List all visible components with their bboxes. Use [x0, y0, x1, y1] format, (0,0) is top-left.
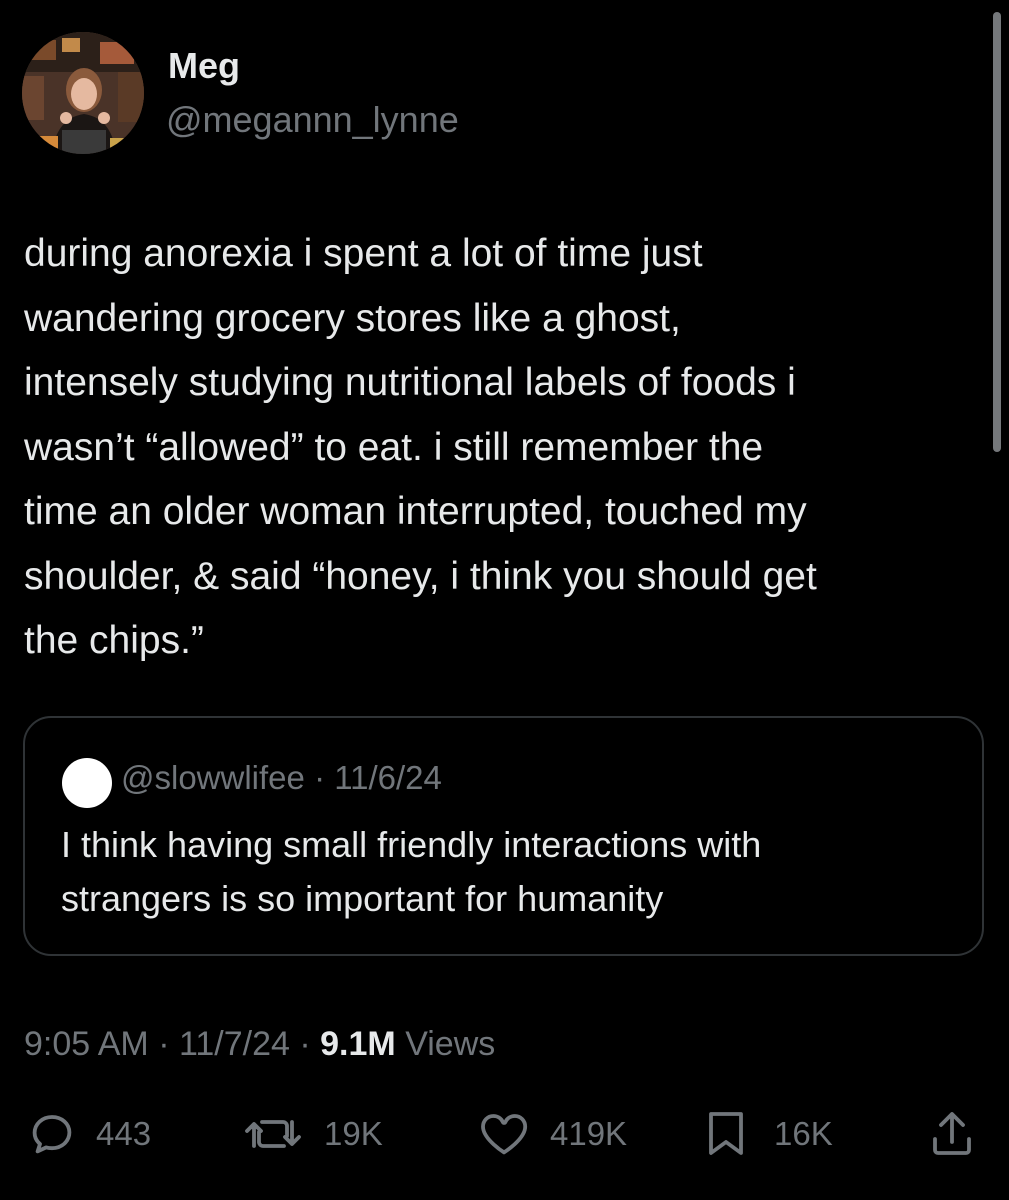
- retweet-count: 19K: [324, 1115, 383, 1152]
- quoted-tweet-header: @slowwlifee · 11/6/24: [121, 758, 442, 798]
- tweet-text-line: intensely studying nutritional labels of…: [24, 361, 796, 404]
- bookmark-count: 16K: [774, 1115, 833, 1152]
- quoted-tweet-date: 11/6/24: [334, 759, 442, 796]
- author-name[interactable]: Meg: [168, 44, 240, 87]
- author-handle[interactable]: @megannn_lynne: [166, 98, 459, 141]
- quoted-tweet-text-line: strangers is so important for humanity: [61, 878, 664, 919]
- share-icon: [933, 1112, 971, 1155]
- tweet-text-line: wandering grocery stores like a ghost,: [24, 296, 681, 340]
- action-bar: 443 19K 419K 16K: [0, 1106, 1009, 1166]
- share-button[interactable]: [928, 1106, 976, 1162]
- quoted-tweet-card[interactable]: @slowwlifee · 11/6/24 I think having sma…: [23, 716, 984, 956]
- tweet-text-line: during anorexia i spent a lot of time ju…: [24, 232, 703, 275]
- quoted-tweet-text-line: I think having small friendly interactio…: [61, 824, 762, 865]
- bookmark-icon: [709, 1112, 743, 1155]
- tweet-date[interactable]: 11/7/24: [179, 1025, 290, 1063]
- reply-button[interactable]: 443: [28, 1106, 151, 1162]
- profile-photo-icon: [22, 32, 144, 154]
- views-count: 9.1M: [320, 1025, 396, 1063]
- heart-icon: [481, 1114, 528, 1155]
- retweet-icon: [245, 1120, 301, 1148]
- author-avatar[interactable]: [22, 32, 144, 154]
- tweet-text-line: wasn’t “allowed” to eat. i still remembe…: [24, 425, 764, 469]
- like-button[interactable]: 419K: [478, 1106, 627, 1162]
- tweet-meta: 9:05 AM · 11/7/24 · 9.1M Views: [24, 1024, 495, 1065]
- bookmark-button[interactable]: 16K: [704, 1106, 833, 1162]
- quoted-tweet-separator: ·: [314, 759, 326, 796]
- like-count: 419K: [550, 1115, 628, 1152]
- reply-icon: [32, 1115, 72, 1154]
- tweet-text: during anorexia i spent a lot of time ju…: [24, 222, 989, 674]
- tweet-text-line: the chips.”: [24, 619, 204, 662]
- quoted-tweet-avatar: [62, 758, 112, 808]
- reply-count: 443: [96, 1115, 152, 1152]
- views-label: Views: [405, 1025, 496, 1063]
- meta-separator: ·: [158, 1025, 170, 1063]
- scrollbar[interactable]: [993, 12, 1001, 452]
- quoted-tweet-handle: @slowwlifee: [121, 759, 305, 796]
- tweet-text-line: shoulder, & said “honey, i think you sho…: [24, 554, 817, 598]
- meta-separator: ·: [299, 1025, 311, 1063]
- tweet-time[interactable]: 9:05 AM: [24, 1025, 149, 1063]
- quoted-tweet-text: I think having small friendly interactio…: [61, 818, 961, 926]
- tweet-text-line: time an older woman interrupted, touched…: [24, 490, 807, 533]
- retweet-button[interactable]: 19K: [244, 1106, 383, 1162]
